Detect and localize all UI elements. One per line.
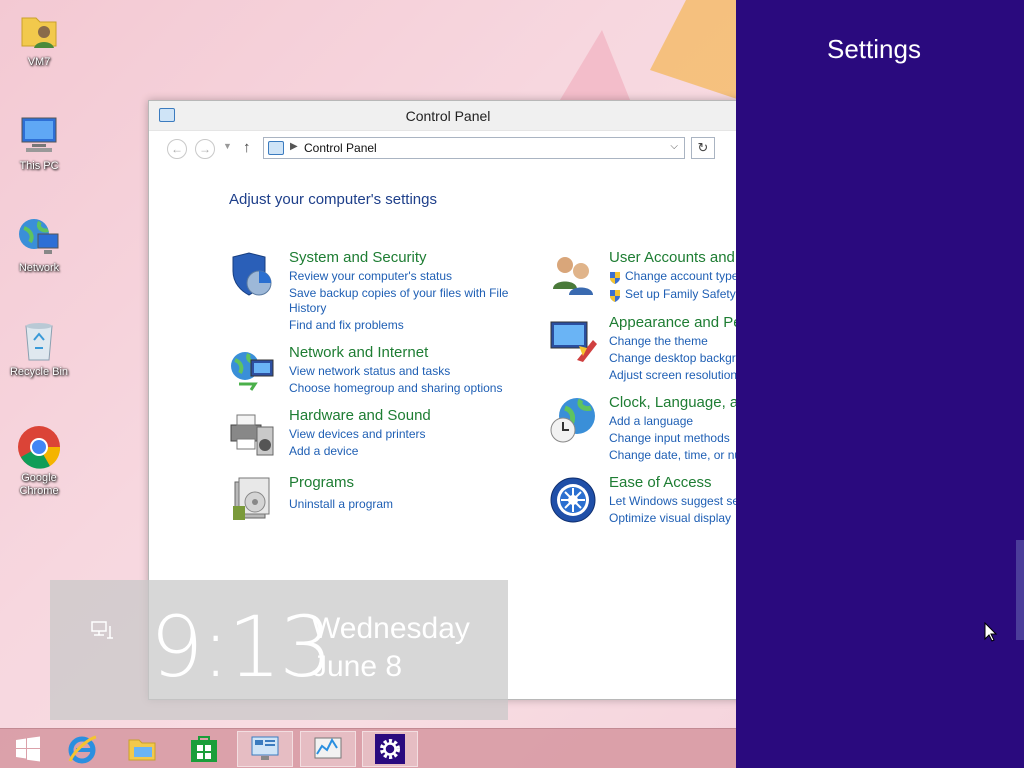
desktop-icon-label: Network [18,262,60,274]
category-link[interactable]: Change the theme [609,334,708,348]
network-status-icon [90,620,114,640]
address-bar[interactable]: ▶ Control Panel ⌵ [263,137,685,159]
category-title[interactable]: Clock, Language, a [609,394,738,411]
category-title[interactable]: Network and Internet [289,344,428,361]
category-title[interactable]: Hardware and Sound [289,407,431,424]
ease-of-access-icon [549,476,597,524]
refresh-button[interactable]: ↻ [691,137,715,159]
clock-date: June 8 [312,650,403,683]
category-link[interactable]: Choose homegroup and sharing options [289,381,502,395]
shield-icon [229,251,277,299]
breadcrumb-chevron-icon: ▶ [290,141,298,152]
category-link[interactable]: View network status and tasks [289,364,450,378]
taskbar-performance[interactable] [300,731,356,767]
category-title[interactable]: System and Security [289,249,427,266]
clock-day: Wednesday [312,612,470,645]
desktop-icon-network[interactable]: Network [4,214,74,275]
computer-icon [16,112,62,158]
start-button[interactable] [0,731,56,767]
window-title: Control Panel [405,108,491,124]
settings-icon [380,739,400,759]
taskbar-internet-explorer[interactable] [54,731,110,767]
navigation-bar: ← → ▼ ↑ ▶ Control Panel ⌵ ↻ [157,137,747,161]
category-link[interactable]: Add a language [609,414,693,428]
appearance-icon [549,316,597,364]
taskbar-settings[interactable] [362,731,418,767]
category-link[interactable]: Change account type [625,269,738,283]
recycle-bin-icon [16,318,62,364]
category-link[interactable]: Save backup copies of your files with Fi… [289,286,508,300]
settings-charm-panel: Settings [736,0,1024,768]
category-link[interactable]: Change date, time, or nu [609,448,741,462]
uac-shield-icon [609,289,621,302]
control-panel-icon [251,736,279,760]
internet-explorer-icon [68,735,97,764]
category-link[interactable]: Change desktop backgro [609,351,742,365]
category-link[interactable]: History [289,301,326,315]
network-icon [16,214,62,260]
mouse-cursor-icon [984,621,998,642]
desktop-icon-this-pc[interactable]: This PC [4,112,74,173]
clock-time: 9:13 [150,598,333,696]
desktop-icon-google-chrome[interactable]: Google Chrome [4,424,74,498]
category-link[interactable]: Adjust screen resolution [609,368,737,382]
category-title[interactable]: Appearance and Pe [609,314,742,331]
taskbar [0,728,736,768]
chrome-icon [16,424,62,470]
start-icon [16,736,40,762]
window-titlebar[interactable]: Control Panel [149,101,747,131]
category-link[interactable]: Find and fix problems [289,318,404,332]
category-link[interactable]: Change input methods [609,431,730,445]
clock-overlay: 9:13 Wednesday June 8 [50,580,508,720]
file-explorer-icon [128,739,156,761]
category-link[interactable]: Optimize visual display [609,511,731,525]
store-icon [191,736,217,762]
taskbar-control-panel[interactable] [237,731,293,767]
desktop-icon-vm7[interactable]: VM7 [4,8,74,69]
performance-icon [314,737,342,759]
programs-icon [229,476,277,524]
category-title[interactable]: User Accounts and [609,249,735,266]
printer-icon [229,409,277,457]
category-link[interactable]: Add a device [289,444,358,458]
forward-button[interactable]: → [195,139,215,159]
category-title[interactable]: Ease of Access [609,474,712,491]
clock-globe-icon [549,396,597,444]
user-folder-icon [16,8,62,54]
users-icon [549,251,597,299]
category-link[interactable]: Set up Family Safety f [625,287,742,301]
wallpaper-shape [650,0,740,100]
desktop-icon-recycle-bin[interactable]: Recycle Bin [4,318,74,379]
chevron-down-icon[interactable]: ⌵ [670,141,678,152]
page-title: Adjust your computer's settings [229,191,437,208]
network-globe-icon [229,346,277,394]
back-button[interactable]: ← [167,139,187,159]
desktop-icon-label: Recycle Bin [9,366,69,378]
desktop-icon-label: Google Chrome [19,472,59,497]
desktop-icon-label: This PC [19,160,59,172]
category-link[interactable]: Review your computer's status [289,269,452,283]
control-panel-icon [268,141,284,155]
up-arrow-icon[interactable]: ↑ [243,139,251,156]
recent-locations-icon[interactable]: ▼ [223,141,232,151]
category-link[interactable]: Let Windows suggest se [609,494,739,508]
category-link[interactable]: View devices and printers [289,427,426,441]
wallpaper-shape [560,30,630,100]
settings-icon-tile [375,734,405,764]
charm-title: Settings [827,34,921,64]
category-title[interactable]: Programs [289,474,354,491]
taskbar-store[interactable] [176,731,232,767]
category-link[interactable]: Uninstall a program [289,497,393,511]
taskbar-file-explorer[interactable] [114,731,170,767]
charm-scrollbar[interactable] [1016,540,1024,640]
desktop-icon-label: VM7 [27,56,51,68]
address-text: Control Panel [304,141,377,155]
uac-shield-icon [609,271,621,284]
